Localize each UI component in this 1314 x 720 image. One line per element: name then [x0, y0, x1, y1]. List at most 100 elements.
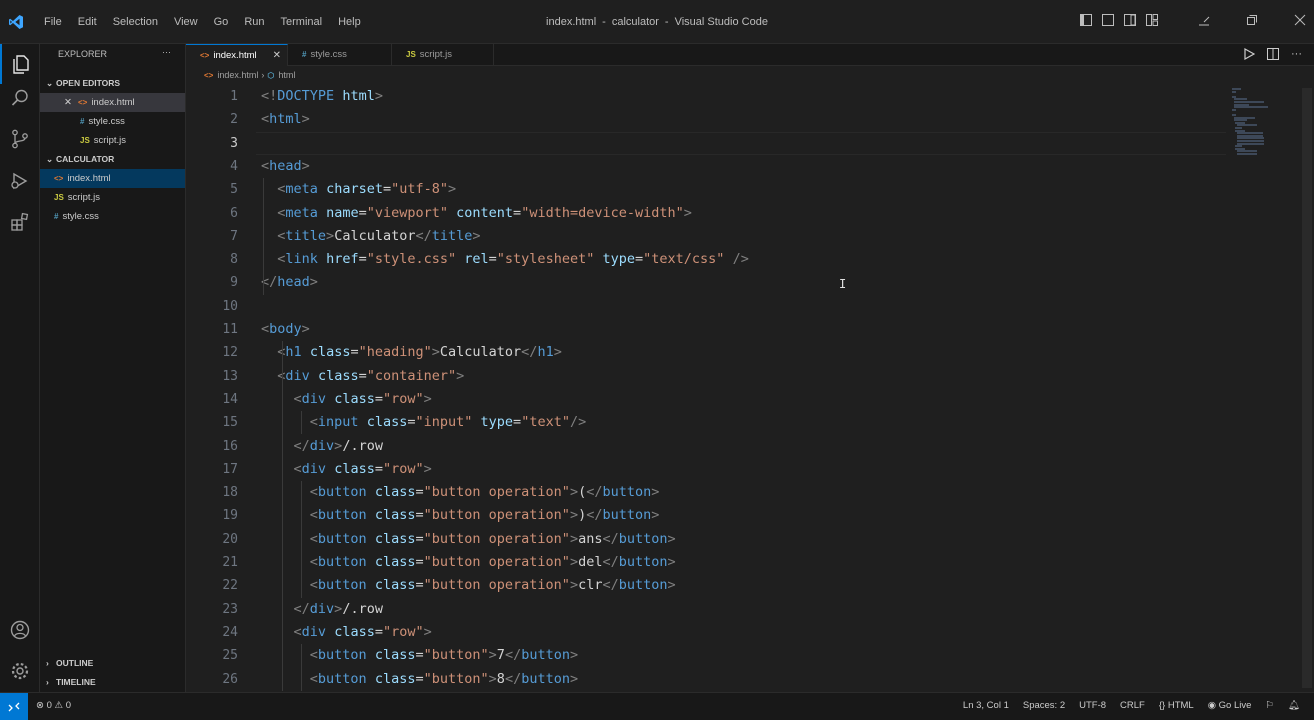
- code-line[interactable]: 11 <body>: [186, 318, 1226, 341]
- open-editors-section[interactable]: ⌄ OPEN EDITORS: [40, 74, 185, 93]
- feedback-icon[interactable]: ⚐: [1265, 700, 1274, 711]
- calculator-folder-section[interactable]: ⌄ CALCULATOR: [40, 150, 185, 169]
- menu-bar: File Edit Selection View Go Run Terminal…: [36, 16, 369, 28]
- code-line[interactable]: 17 <div class="row">: [186, 458, 1226, 481]
- minimize-icon[interactable]: [1198, 14, 1210, 26]
- code-line[interactable]: 3: [186, 131, 1226, 156]
- code-line[interactable]: 26 <button class="button">8</button>: [186, 668, 1226, 691]
- code-line[interactable]: 20 <button class="button operation">ans<…: [186, 528, 1226, 551]
- open-editor-style-css[interactable]: # style.css: [40, 112, 185, 131]
- code-line[interactable]: 16 </div>/.row: [186, 435, 1226, 458]
- menu-file[interactable]: File: [36, 16, 70, 28]
- code-line[interactable]: 6 <meta name="viewport" content="width=d…: [186, 202, 1226, 225]
- extensions-icon[interactable]: [0, 202, 40, 242]
- code-line[interactable]: 10: [186, 295, 1226, 318]
- code-text: <link href="style.css" rel="stylesheet" …: [277, 251, 749, 268]
- code-line[interactable]: 18 <button class="button operation">(</b…: [186, 481, 1226, 504]
- minimap-line: [1232, 90, 1236, 93]
- timeline-section[interactable]: › TIMELINE: [40, 673, 96, 692]
- code-line[interactable]: 22 <button class="button operation">clr<…: [186, 574, 1226, 597]
- code-line[interactable]: 15 <input class="input" type="text"/>: [186, 411, 1226, 434]
- outline-label: OUTLINE: [56, 658, 94, 668]
- open-editor-index-html[interactable]: ✕ <> index.html: [40, 93, 185, 112]
- tab-style-css[interactable]: # style.css: [288, 44, 392, 66]
- run-icon[interactable]: [1243, 47, 1256, 63]
- code-text: <div class="row">: [293, 460, 432, 477]
- toggle-secondary-sidebar-icon[interactable]: [1124, 14, 1136, 26]
- accounts-icon[interactable]: [0, 610, 40, 650]
- code-line[interactable]: 13 <div class="container">: [186, 365, 1226, 388]
- menu-help[interactable]: Help: [330, 16, 369, 28]
- restore-icon[interactable]: [1246, 14, 1258, 26]
- remote-indicator-icon[interactable]: [0, 693, 28, 720]
- tab-label: style.css: [310, 49, 347, 60]
- line-number: 15: [222, 415, 238, 431]
- scrollbar-thumb[interactable]: [1302, 88, 1312, 688]
- menu-go[interactable]: Go: [206, 16, 237, 28]
- line-number: 22: [222, 578, 238, 594]
- more-actions-icon[interactable]: ···: [162, 47, 171, 57]
- toggle-panel-icon[interactable]: [1102, 14, 1114, 26]
- close-window-icon[interactable]: [1294, 14, 1306, 26]
- breadcrumb-file[interactable]: index.html: [217, 70, 258, 80]
- source-control-icon[interactable]: [0, 119, 40, 159]
- menu-run[interactable]: Run: [236, 16, 272, 28]
- manage-gear-icon[interactable]: [0, 651, 40, 691]
- code-line[interactable]: 12 <h1 class="heading">Calculator</h1>: [186, 341, 1226, 364]
- file-index-html[interactable]: <> index.html: [40, 169, 185, 188]
- code-line[interactable]: 5 <meta charset="utf-8">: [186, 178, 1226, 201]
- open-editor-script-js[interactable]: JS script.js: [40, 131, 185, 150]
- code-line[interactable]: 14 <div class="row">: [186, 388, 1226, 411]
- code-line[interactable]: 8 <link href="style.css" rel="stylesheet…: [186, 248, 1226, 271]
- search-icon[interactable]: [0, 78, 40, 118]
- code-line[interactable]: 19 <button class="button operation">)</b…: [186, 504, 1226, 527]
- split-editor-icon[interactable]: [1267, 48, 1279, 63]
- line-ending[interactable]: CRLF: [1120, 700, 1145, 711]
- code-line[interactable]: 23 </div>/.row: [186, 598, 1226, 621]
- code-line[interactable]: 25 <button class="button">7</button>: [186, 644, 1226, 667]
- encoding[interactable]: UTF-8: [1079, 700, 1106, 711]
- line-number: 14: [222, 391, 238, 407]
- file-style-css[interactable]: # style.css: [40, 207, 185, 226]
- code-line[interactable]: 4 <head>: [186, 155, 1226, 178]
- vertical-scrollbar[interactable]: [1300, 84, 1314, 692]
- notifications-bell-icon[interactable]: 🔔︎: [1288, 700, 1300, 711]
- code-editor[interactable]: 1 <!DOCTYPE html> 2 <html> 3 4 <head> 5 <meta c…: [186, 84, 1314, 692]
- language-mode[interactable]: {} HTML: [1159, 700, 1194, 711]
- menu-terminal[interactable]: Terminal: [273, 16, 331, 28]
- editor-actions: ···: [1243, 47, 1302, 63]
- breadcrumb-node[interactable]: html: [278, 70, 295, 80]
- window-controls: [1080, 14, 1306, 26]
- code-line[interactable]: 9 </head>: [186, 271, 1226, 294]
- customize-layout-icon[interactable]: [1146, 14, 1158, 26]
- close-editor-icon[interactable]: ✕: [64, 97, 72, 108]
- outline-section[interactable]: › OUTLINE: [40, 654, 93, 673]
- toggle-primary-sidebar-icon[interactable]: [1080, 14, 1092, 26]
- close-tab-icon[interactable]: ✕: [273, 45, 281, 67]
- code-text: <h1 class="heading">Calculator</h1>: [277, 344, 562, 361]
- code-text: <meta name="viewport" content="width=dev…: [277, 204, 692, 221]
- menu-selection[interactable]: Selection: [105, 16, 166, 28]
- menu-view[interactable]: View: [166, 16, 206, 28]
- cursor-position[interactable]: Ln 3, Col 1: [963, 700, 1009, 711]
- code-line[interactable]: 21 <button class="button operation">del<…: [186, 551, 1226, 574]
- code-text: <button class="button">7</button>: [309, 647, 579, 664]
- tab-script-js[interactable]: JS script.js: [392, 44, 494, 66]
- more-actions-icon[interactable]: ···: [1291, 48, 1302, 63]
- run-debug-icon[interactable]: [0, 161, 40, 201]
- code-line[interactable]: 1 <!DOCTYPE html>: [186, 85, 1226, 108]
- indentation[interactable]: Spaces: 2: [1023, 700, 1065, 711]
- element-icon: ⬡: [267, 71, 275, 80]
- indent-guide: [263, 178, 264, 295]
- code-line[interactable]: 7 <title>Calculator</title>: [186, 225, 1226, 248]
- problems-indicator[interactable]: ⊗ 0 ⚠ 0: [36, 700, 71, 711]
- code-text: </head>: [261, 274, 318, 291]
- menu-edit[interactable]: Edit: [70, 16, 105, 28]
- code-line[interactable]: 2 <html>: [186, 108, 1226, 131]
- code-line[interactable]: 24 <div class="row">: [186, 621, 1226, 644]
- tab-index-html[interactable]: <> index.html ✕: [186, 44, 288, 66]
- code-text: <button class="button operation">)</butt…: [309, 507, 660, 524]
- file-script-js[interactable]: JS script.js: [40, 188, 185, 207]
- go-live-button[interactable]: ◉ Go Live: [1208, 700, 1252, 711]
- minimap[interactable]: [1230, 84, 1280, 692]
